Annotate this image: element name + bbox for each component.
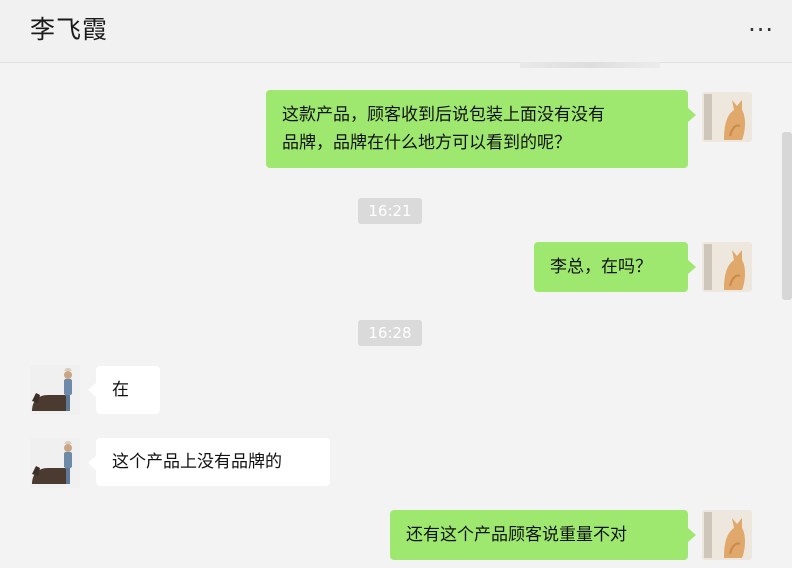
contact-avatar[interactable] (30, 365, 80, 415)
message-text-line: 这个产品上没有品牌的 (112, 452, 282, 472)
cat-avatar-icon (702, 510, 752, 560)
message-bubble-sent[interactable]: 还有这个产品顾客说重量不对 (390, 510, 688, 560)
message-bubble-received[interactable]: 这个产品上没有品牌的 (96, 438, 330, 486)
scrolled-content-fragment (520, 62, 660, 68)
message-text-line: 这款产品，顾客收到后说包装上面没有没有 (282, 105, 605, 125)
bubble-tail (688, 260, 696, 274)
horse-rider-avatar-icon (30, 438, 80, 488)
chat-title: 李飞霞 (30, 15, 109, 44)
chat-header: 李飞霞 ··· (0, 0, 792, 63)
scrollbar[interactable] (782, 132, 792, 300)
chat-window: 李飞霞 ··· 这款产品，顾客收到后说包装上面没有没有 品牌，品牌在什么地方可以… (0, 0, 792, 568)
my-avatar[interactable] (702, 242, 752, 292)
timestamp: 16:28 (358, 320, 422, 346)
contact-avatar[interactable] (30, 438, 80, 488)
bubble-tail (688, 108, 696, 122)
message-text-line: 在 (112, 380, 129, 400)
bubble-tail (88, 456, 96, 470)
cat-avatar-icon (702, 242, 752, 292)
bubble-tail (88, 383, 96, 397)
message-bubble-received[interactable]: 在 (96, 366, 160, 414)
more-options-icon[interactable]: ··· (748, 18, 774, 42)
my-avatar[interactable] (702, 510, 752, 560)
timestamp: 16:21 (358, 198, 422, 224)
message-text-line: 李总，在吗？ (550, 257, 652, 277)
message-bubble-sent[interactable]: 李总，在吗？ (534, 242, 688, 292)
bubble-tail (688, 528, 696, 542)
message-text-line: 还有这个产品顾客说重量不对 (406, 525, 627, 545)
message-text-line: 品牌，品牌在什么地方可以看到的呢？ (282, 133, 571, 153)
horse-rider-avatar-icon (30, 365, 80, 415)
cat-avatar-icon (702, 92, 752, 142)
my-avatar[interactable] (702, 92, 752, 142)
message-bubble-sent[interactable]: 这款产品，顾客收到后说包装上面没有没有 品牌，品牌在什么地方可以看到的呢？ (266, 90, 688, 168)
